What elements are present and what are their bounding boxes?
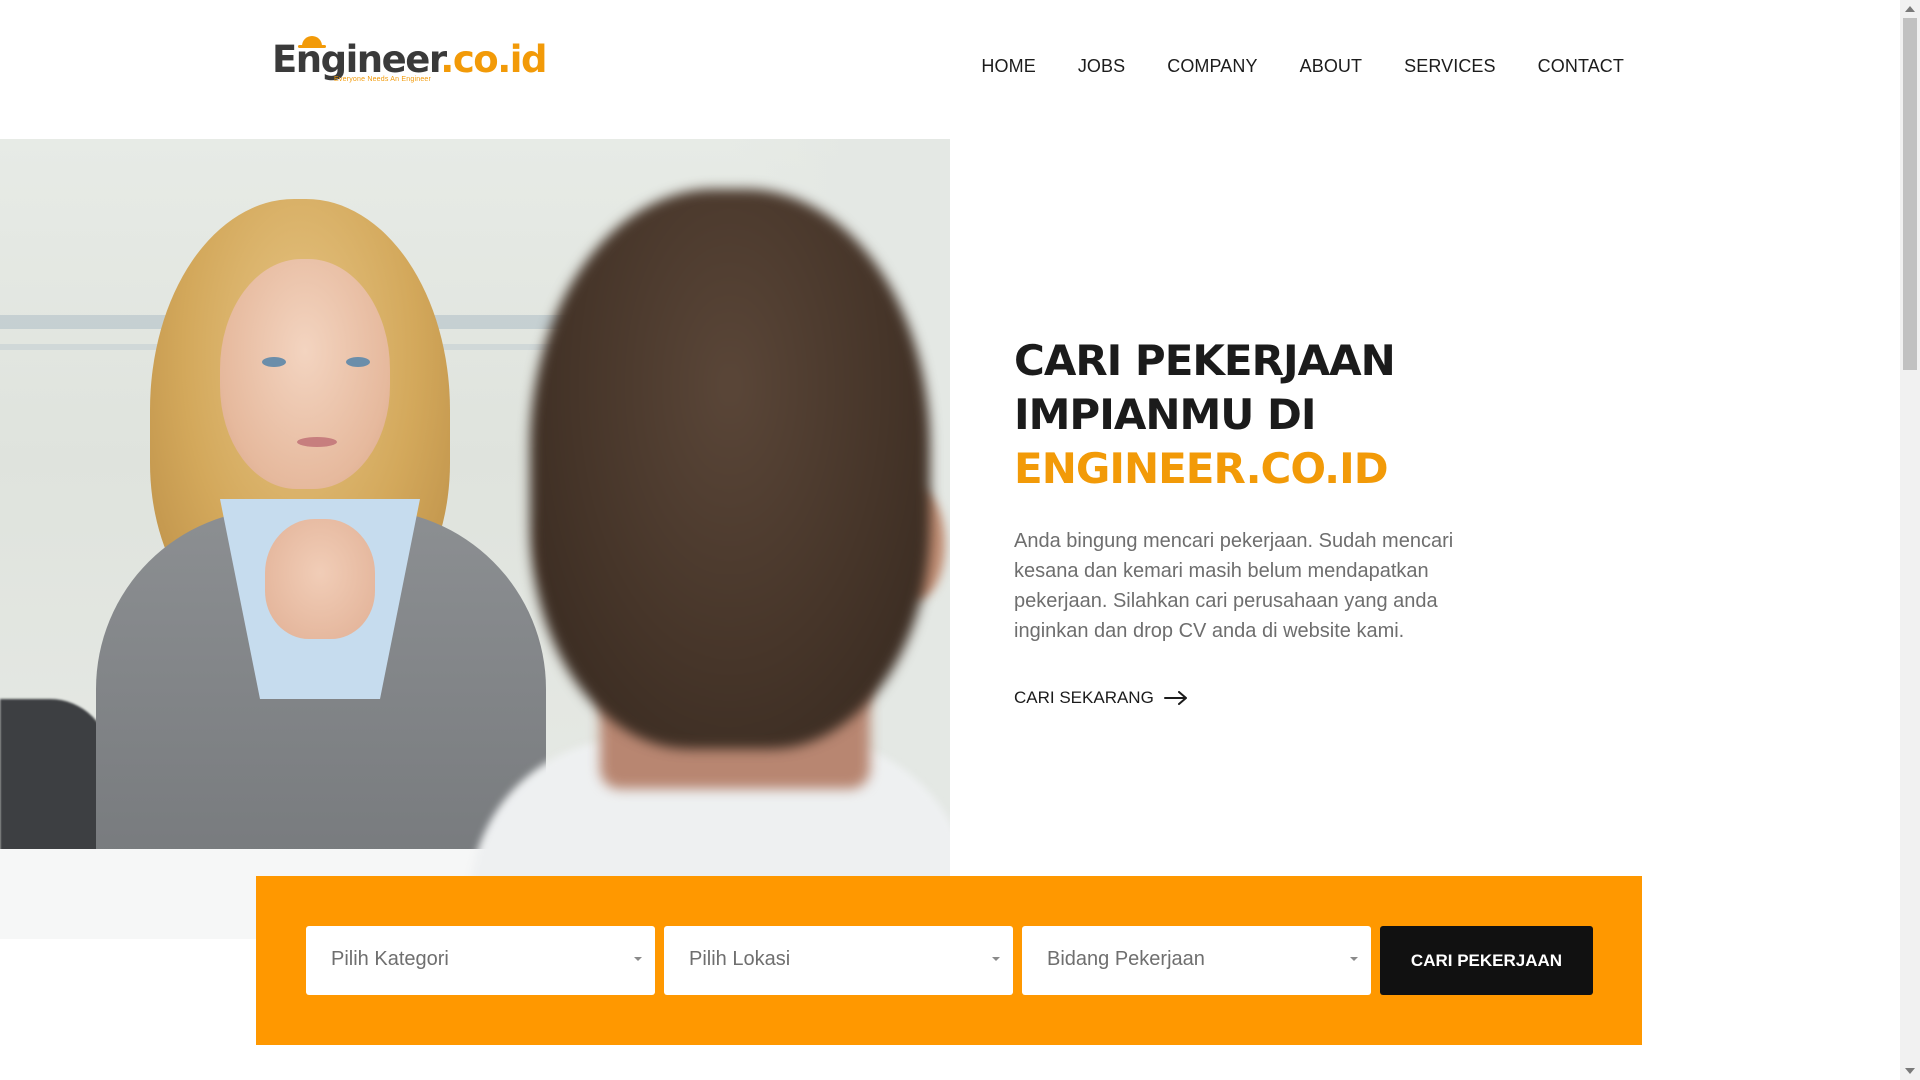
hero-title-accent: ENGINEER.CO.ID bbox=[1014, 444, 1389, 493]
photo-man-head bbox=[530, 189, 930, 749]
arrow-right-icon bbox=[1163, 691, 1187, 705]
scroll-up-icon[interactable] bbox=[1905, 6, 1915, 12]
page-scrollbar[interactable] bbox=[1900, 0, 1920, 1080]
logo-text-domain: .co.id bbox=[440, 38, 547, 81]
category-select-placeholder: Pilih Kategori bbox=[331, 948, 449, 970]
photo-woman-hands bbox=[265, 519, 375, 639]
chevron-down-icon bbox=[634, 957, 642, 961]
hero-title-line1: CARI PEKERJAAN bbox=[1014, 336, 1396, 385]
photo-woman-lips bbox=[297, 437, 337, 447]
logo-text-main: Engineer bbox=[272, 38, 442, 81]
hero-title-line2: IMPIANMU DI bbox=[1014, 390, 1317, 439]
photo-woman-eye-left bbox=[262, 357, 286, 367]
photo-woman-face bbox=[220, 259, 390, 489]
hero-content: CARI PEKERJAAN IMPIANMU DI ENGINEER.CO.I… bbox=[1014, 334, 1474, 708]
scroll-down-icon[interactable] bbox=[1905, 1068, 1915, 1074]
cari-sekarang-link[interactable]: CARI SEKARANG bbox=[1014, 688, 1188, 708]
job-field-select-placeholder: Bidang Pekerjaan bbox=[1047, 948, 1205, 970]
logo-tagline: Everyone Needs An Engineer bbox=[334, 76, 432, 83]
nav-company[interactable]: COMPANY bbox=[1167, 56, 1257, 77]
location-select[interactable]: Pilih Lokasi bbox=[664, 926, 1013, 995]
scrollbar-thumb[interactable] bbox=[1903, 18, 1917, 370]
photo-woman-eye-right bbox=[346, 357, 370, 367]
nav-home[interactable]: HOME bbox=[981, 56, 1035, 77]
job-field-select[interactable]: Bidang Pekerjaan bbox=[1022, 926, 1371, 995]
cta-label: CARI SEKARANG bbox=[1014, 688, 1154, 707]
site-header: Engineer.co.id Everyone Needs An Enginee… bbox=[0, 0, 1900, 139]
chevron-down-icon bbox=[1350, 957, 1358, 961]
location-select-placeholder: Pilih Lokasi bbox=[689, 948, 791, 970]
hero-title: CARI PEKERJAAN IMPIANMU DI ENGINEER.CO.I… bbox=[1014, 334, 1474, 496]
job-search-panel: Pilih Kategori Pilih Lokasi Bidang Peker… bbox=[256, 876, 1642, 1045]
category-select[interactable]: Pilih Kategori bbox=[306, 926, 655, 995]
chevron-down-icon bbox=[992, 957, 1000, 961]
nav-contact[interactable]: CONTACT bbox=[1538, 56, 1624, 77]
nav-jobs[interactable]: JOBS bbox=[1078, 56, 1125, 77]
nav-services[interactable]: SERVICES bbox=[1404, 56, 1496, 77]
main-nav: HOME JOBS COMPANY ABOUT SERVICES CONTACT bbox=[981, 56, 1624, 77]
site-logo[interactable]: Engineer.co.id Everyone Needs An Enginee… bbox=[272, 36, 547, 88]
hero-photo bbox=[0, 139, 950, 939]
hero-description: Anda bingung mencari pekerjaan. Sudah me… bbox=[1014, 530, 1454, 642]
nav-about[interactable]: ABOUT bbox=[1300, 56, 1363, 77]
search-jobs-button[interactable]: CARI PEKERJAAN bbox=[1380, 926, 1593, 995]
